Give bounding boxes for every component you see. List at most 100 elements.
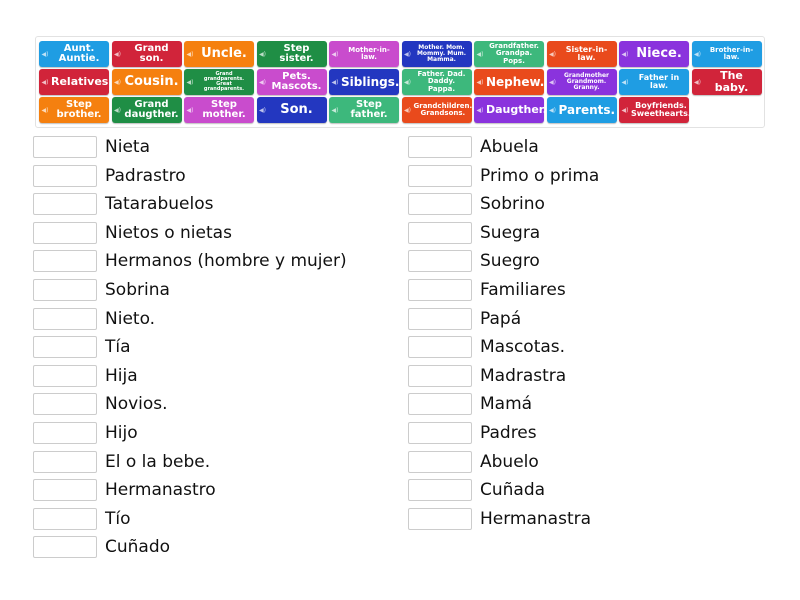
speaker-icon[interactable]: ◀) (184, 79, 196, 86)
answer-tile[interactable]: ◀) Son. (256, 97, 327, 123)
drop-slot[interactable] (33, 479, 97, 502)
speaker-icon[interactable]: ◀) (112, 107, 124, 114)
answer-tile[interactable]: ◀) Grandchildren. Grandsons. (401, 97, 472, 123)
answer-tile[interactable]: ◀) Father in law. (619, 69, 689, 95)
speaker-icon[interactable]: ◀) (474, 107, 486, 114)
match-row: Familiares (408, 279, 566, 301)
drop-slot[interactable] (408, 393, 472, 416)
drop-slot[interactable] (408, 364, 472, 387)
answer-tile[interactable]: ◀) Daugther. (474, 97, 547, 123)
match-row: Suegra (408, 221, 540, 244)
speaker-icon[interactable]: ◀) (547, 51, 559, 58)
drop-slot[interactable] (33, 336, 97, 359)
speaker-icon[interactable]: ◀) (257, 107, 269, 114)
drop-slot[interactable] (33, 536, 97, 559)
answer-tile[interactable]: ◀) Step sister. (256, 41, 327, 67)
answer-tile[interactable]: ◀) Grand daugther. (111, 97, 182, 123)
tile-label: Grandmother Grandmom. Granny. (563, 71, 610, 92)
tile-label: Step mother. (202, 98, 246, 120)
speaker-icon[interactable]: ◀) (474, 79, 486, 86)
drop-slot[interactable] (408, 336, 472, 359)
speaker-icon[interactable]: ◀) (692, 51, 704, 58)
speaker-icon[interactable]: ◀) (402, 79, 414, 86)
speaker-icon[interactable]: ◀) (619, 51, 631, 58)
answer-tile[interactable]: ◀) Step mother. (184, 97, 254, 123)
answer-tile[interactable]: ◀) Cousin. (111, 69, 182, 95)
speaker-icon[interactable]: ◀) (329, 107, 341, 114)
speaker-icon[interactable]: ◀) (547, 107, 559, 114)
answer-tile[interactable]: ◀) Mother-in-law. (329, 41, 399, 67)
answer-tile[interactable]: ◀) Grand son. (111, 41, 182, 67)
drop-slot[interactable] (408, 307, 472, 330)
answer-tile[interactable]: ◀) Step father. (329, 97, 399, 123)
speaker-icon[interactable]: ◀) (329, 51, 341, 58)
speaker-icon[interactable]: ◀) (329, 79, 341, 86)
answer-tile[interactable]: ◀) Sister-in-law. (546, 41, 617, 67)
drop-slot[interactable] (33, 193, 97, 216)
answer-tile[interactable]: ◀) Father. Dad. Daddy. Pappa. (401, 69, 472, 95)
match-row: Mamá (408, 393, 532, 416)
answer-tile[interactable]: ◀) Grand grandparents. Great grandparents… (184, 69, 254, 95)
spanish-word: Papá (480, 308, 522, 329)
answer-tile[interactable]: ◀) Pets. Mascots. (256, 69, 327, 95)
drop-slot[interactable] (33, 393, 97, 416)
speaker-icon[interactable]: ◀) (619, 107, 631, 114)
drop-slot[interactable] (408, 450, 472, 473)
drop-slot[interactable] (408, 164, 472, 187)
answer-tile[interactable]: ◀) Relatives. (39, 69, 113, 95)
answer-tile[interactable]: ◀) Niece. (619, 41, 689, 67)
speaker-icon[interactable]: ◀) (184, 107, 196, 114)
answer-tile[interactable]: ◀) Uncle. (184, 41, 254, 67)
answer-tile[interactable]: ◀) Siblings. (329, 69, 399, 95)
speaker-icon[interactable]: ◀) (39, 51, 51, 58)
tile-label: Father in law. (638, 72, 680, 90)
answer-tile[interactable]: ◀) Boyfriends. Sweethearts. (619, 97, 691, 123)
drop-slot[interactable] (408, 250, 472, 273)
speaker-icon[interactable]: ◀) (112, 51, 124, 58)
answer-tile[interactable]: ◀) Aunt. Auntie. (39, 41, 109, 67)
speaker-icon[interactable]: ◀) (184, 51, 196, 58)
drop-slot[interactable] (33, 221, 97, 244)
spanish-word: Tatarabuelos (105, 194, 214, 215)
drop-slot[interactable] (33, 279, 97, 301)
drop-slot[interactable] (33, 307, 97, 330)
drop-slot[interactable] (408, 136, 472, 158)
match-row: Padres (408, 422, 537, 444)
drop-slot[interactable] (33, 164, 97, 187)
drop-slot[interactable] (408, 479, 472, 502)
spanish-word: Familiares (480, 280, 566, 300)
answer-tile[interactable]: ◀) Brother-in-law. (691, 41, 762, 67)
drop-slot[interactable] (33, 364, 97, 387)
drop-slot[interactable] (33, 422, 97, 444)
tile-label: Grandfather. Grandpa. Pops. (489, 41, 539, 65)
speaker-icon[interactable]: ◀) (474, 51, 486, 58)
drop-slot[interactable] (408, 422, 472, 444)
match-row: Nieto. (33, 307, 155, 330)
answer-tile[interactable]: ◀) Step brother. (39, 97, 109, 123)
answer-tile[interactable]: ◀) Grandfather. Grandpa. Pops. (474, 41, 544, 67)
speaker-icon[interactable]: ◀) (402, 107, 414, 114)
drop-slot[interactable] (33, 250, 97, 273)
drop-slot[interactable] (408, 279, 472, 301)
drop-slot[interactable] (408, 507, 472, 530)
speaker-icon[interactable]: ◀) (619, 79, 631, 86)
speaker-icon[interactable]: ◀) (257, 51, 269, 58)
answer-tile[interactable]: ◀) Nephew. (474, 69, 544, 95)
speaker-icon[interactable]: ◀) (692, 79, 704, 86)
drop-slot[interactable] (33, 136, 97, 158)
answer-tile[interactable]: ◀) The baby. (691, 69, 762, 95)
answer-tile[interactable]: ◀) Parents. (546, 97, 617, 123)
speaker-icon[interactable]: ◀) (547, 79, 559, 86)
speaker-icon[interactable]: ◀) (257, 79, 269, 86)
speaker-icon[interactable]: ◀) (39, 79, 51, 86)
match-row: Tía (33, 336, 131, 359)
answer-tile[interactable]: ◀) Mother. Mom. Mommy. Mum. Mamma. (401, 41, 472, 67)
drop-slot[interactable] (33, 507, 97, 530)
drop-slot[interactable] (408, 193, 472, 216)
answer-tile[interactable]: ◀) Grandmother Grandmom. Granny. (546, 69, 617, 95)
drop-slot[interactable] (408, 221, 472, 244)
speaker-icon[interactable]: ◀) (402, 51, 414, 58)
speaker-icon[interactable]: ◀) (112, 79, 124, 86)
drop-slot[interactable] (33, 450, 97, 473)
speaker-icon[interactable]: ◀) (39, 107, 51, 114)
